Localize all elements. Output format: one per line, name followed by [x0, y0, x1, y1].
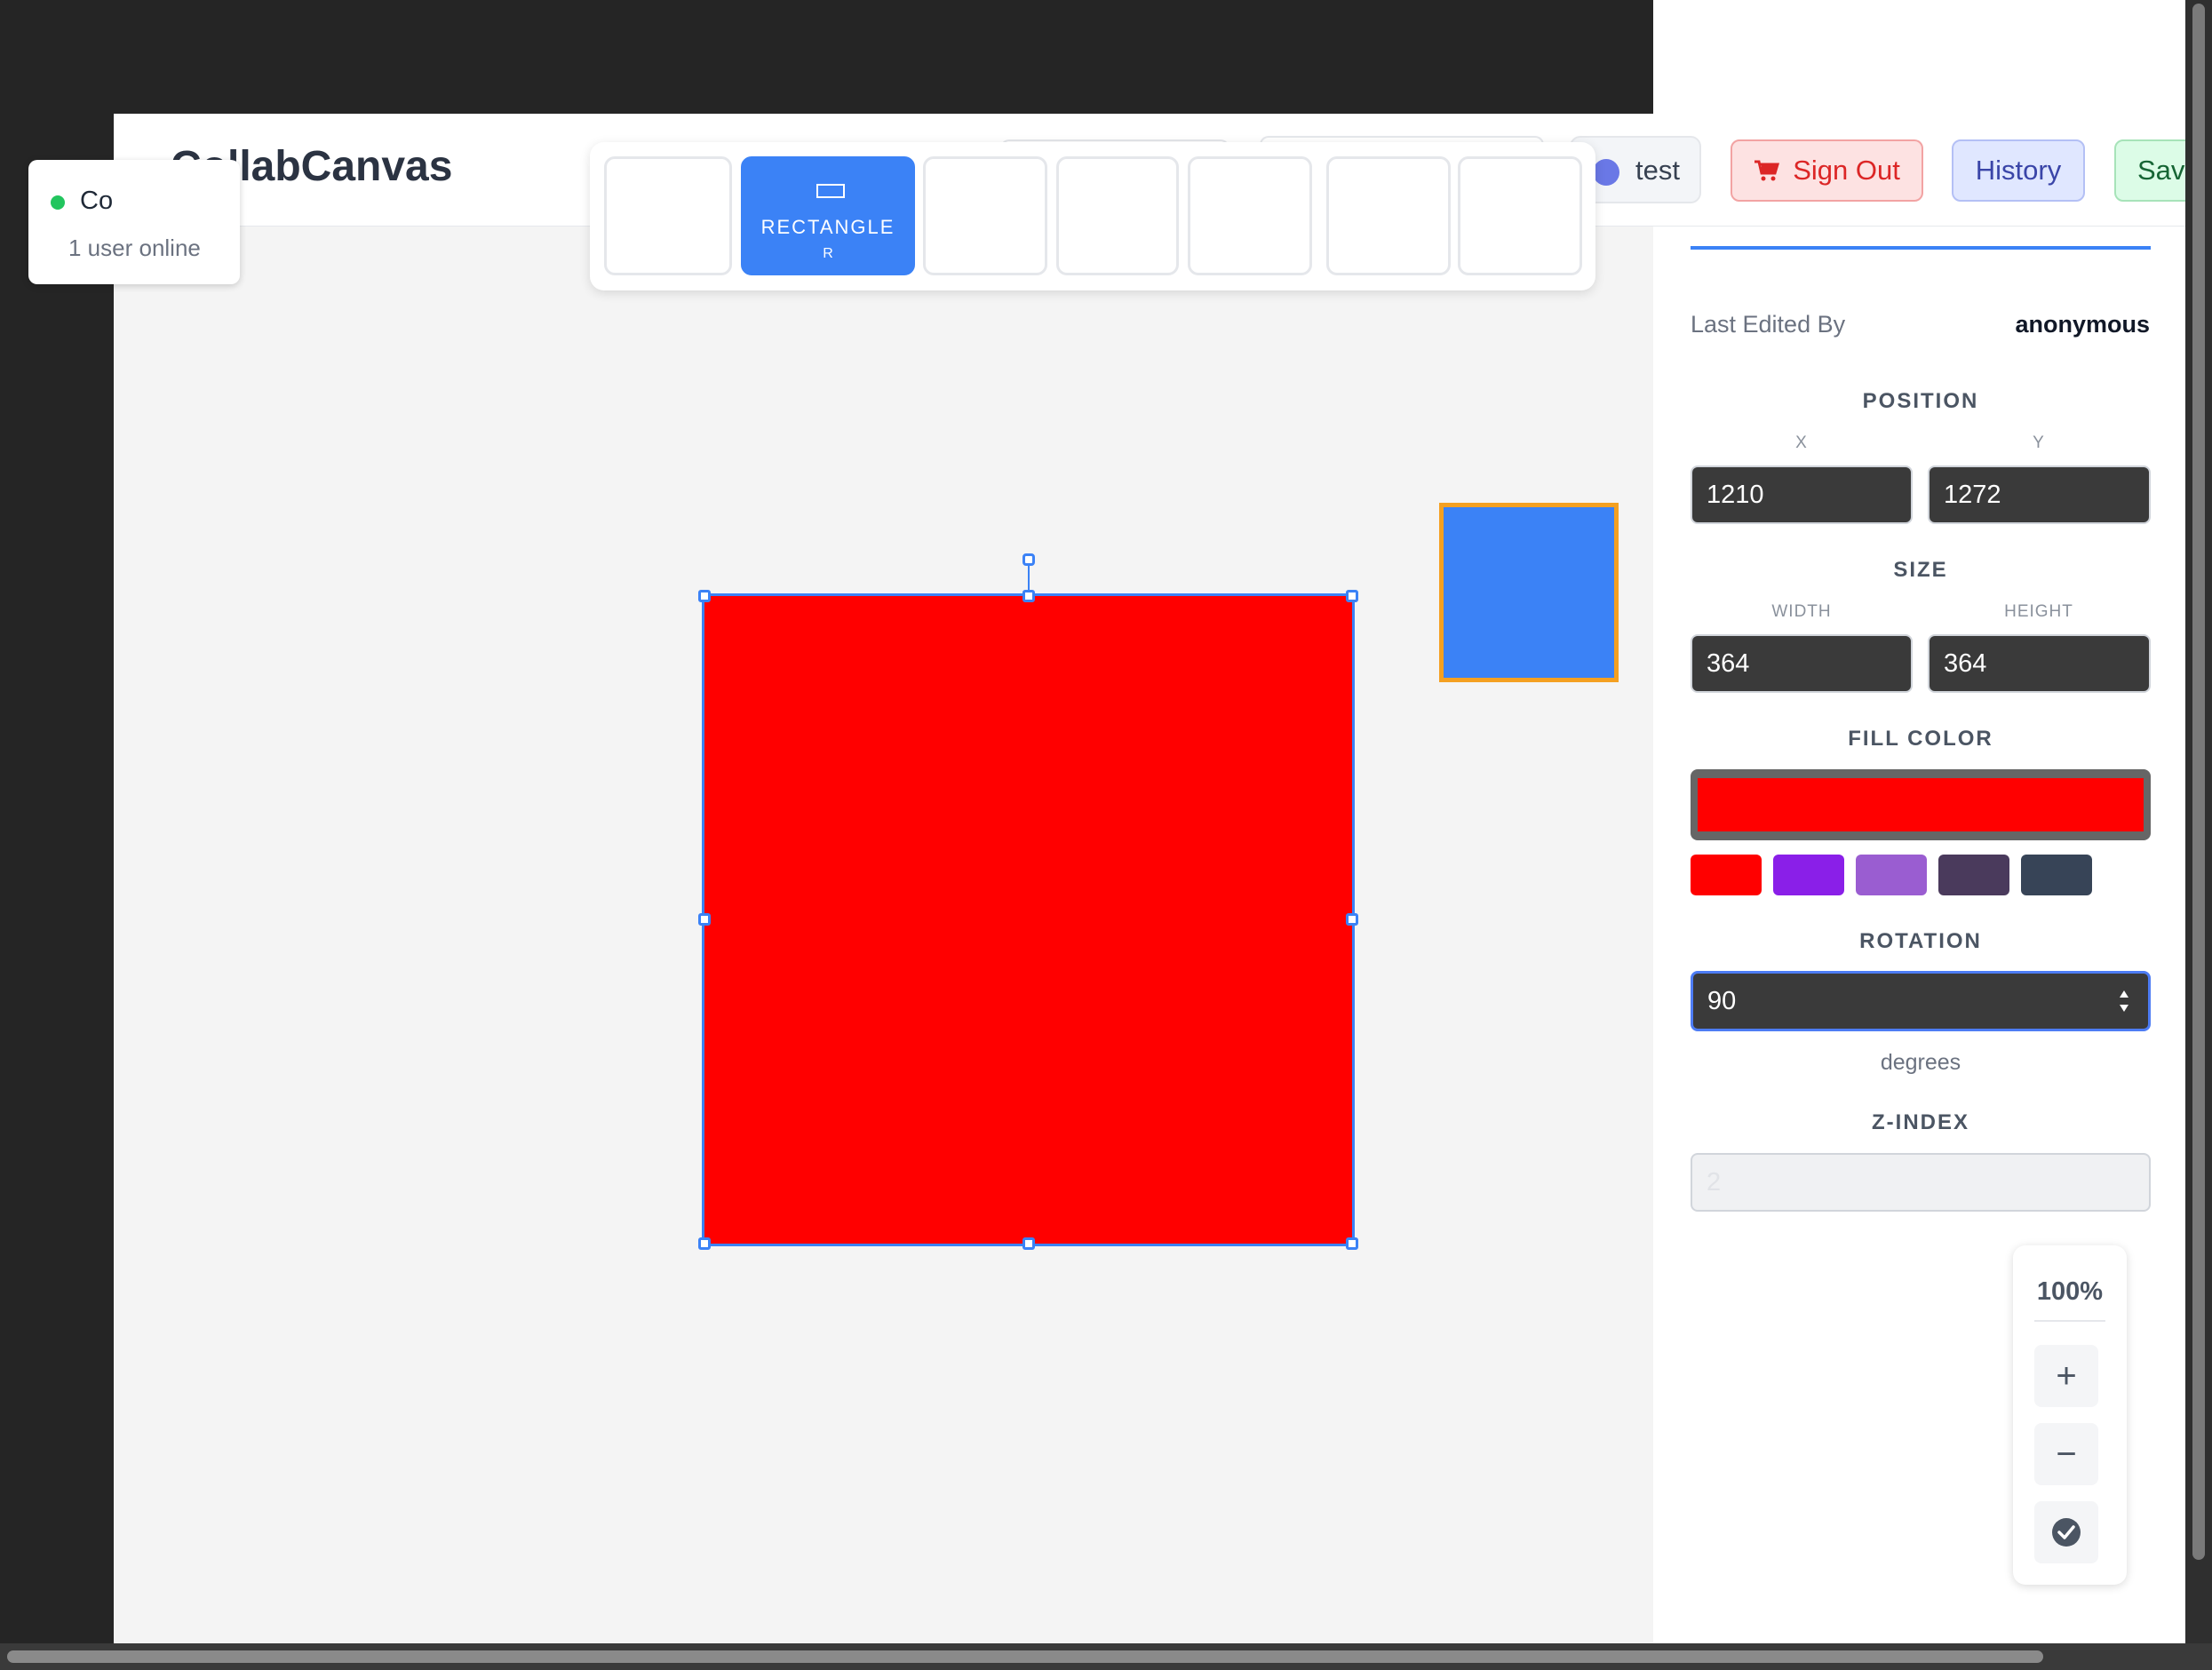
selected-rectangle-shape[interactable]: [702, 593, 1355, 1246]
resize-handle-top-right[interactable]: [1346, 590, 1358, 602]
rotation-value: 90: [1707, 986, 1737, 1015]
y-label: Y: [2033, 433, 2045, 452]
last-edited-label: Last Edited By: [1691, 311, 1846, 338]
height-input[interactable]: 364: [1928, 634, 2151, 693]
user-avatar: [1593, 159, 1619, 186]
tool-rectangle-label: RECTANGLE: [760, 216, 895, 238]
zindex-input: 2: [1691, 1153, 2151, 1212]
connection-status: Co: [80, 187, 114, 215]
position-y-input[interactable]: 1272: [1928, 465, 2151, 524]
history-label: History: [1975, 155, 2062, 186]
panel-tab-underline: [1691, 246, 2151, 250]
tool-button[interactable]: [1458, 156, 1582, 275]
history-button[interactable]: History: [1952, 139, 2085, 202]
x-label: X: [1795, 433, 1808, 452]
tool-button[interactable]: [1056, 156, 1179, 275]
check-circle-icon: [2052, 1518, 2081, 1547]
color-swatch-lavender[interactable]: [1856, 855, 1927, 895]
rotation-input[interactable]: 90: [1691, 971, 2151, 1031]
last-edited-value: anonymous: [2015, 311, 2150, 338]
resize-handle-bottom-right[interactable]: [1346, 1237, 1358, 1250]
color-swatch-red[interactable]: [1691, 855, 1762, 895]
resize-handle-left[interactable]: [698, 913, 711, 926]
fill-color-preview: [1698, 778, 2144, 831]
resize-handle-bottom-left[interactable]: [698, 1237, 711, 1250]
resize-handle-top[interactable]: [1022, 590, 1035, 602]
zoom-fit-button[interactable]: [2034, 1501, 2098, 1563]
sign-out-label: Sign Out: [1793, 155, 1900, 186]
rectangle-icon: [816, 184, 845, 198]
resize-handle-top-left[interactable]: [698, 590, 711, 602]
spinner-arrows-icon[interactable]: [2118, 986, 2130, 1016]
rectangle-shape[interactable]: [1439, 503, 1619, 682]
fill-color-section-title: FILL COLOR: [1848, 727, 1993, 751]
color-swatch-slate[interactable]: [2021, 855, 2092, 895]
online-status-dot: [51, 195, 65, 210]
sign-out-button[interactable]: Sign Out: [1731, 139, 1923, 202]
shape-toolbar: RECTANGLE R: [590, 142, 1595, 290]
zoom-level: 100%: [2036, 1277, 2104, 1306]
color-swatch-plum[interactable]: [1938, 855, 2009, 895]
vertical-scroll-thumb[interactable]: [2192, 4, 2205, 1560]
height-label: HEIGHT: [2004, 602, 2073, 621]
minus-icon: −: [2056, 1434, 2077, 1474]
tool-button[interactable]: [604, 156, 732, 275]
tool-button[interactable]: [1188, 156, 1312, 275]
size-section-title: SIZE: [1893, 558, 1948, 582]
cart-icon: [1754, 160, 1780, 181]
zindex-section-title: Z-INDEX: [1872, 1110, 1969, 1134]
tool-button[interactable]: [1326, 156, 1451, 275]
tool-button[interactable]: [923, 156, 1047, 275]
rotation-section-title: ROTATION: [1859, 929, 1982, 953]
resize-handle-bottom[interactable]: [1022, 1237, 1035, 1250]
fill-color-picker[interactable]: [1691, 769, 2151, 840]
presence-card: Co 1 user online: [28, 160, 240, 284]
plus-icon: +: [2056, 1356, 2077, 1396]
zoom-controls: 100% + −: [2013, 1245, 2127, 1585]
users-online-count: 1 user online: [68, 235, 201, 261]
horizontal-scroll-thumb[interactable]: [7, 1650, 2043, 1663]
user-name: test: [1635, 155, 1680, 186]
width-input[interactable]: 364: [1691, 634, 1913, 693]
tool-rectangle[interactable]: RECTANGLE R: [741, 156, 915, 275]
zoom-out-button[interactable]: −: [2034, 1423, 2098, 1485]
zoom-divider: [2034, 1320, 2105, 1322]
rotation-handle[interactable]: [1022, 553, 1035, 566]
rotation-unit: degrees: [1880, 1050, 1961, 1075]
resize-handle-right[interactable]: [1346, 913, 1358, 926]
width-label: WIDTH: [1771, 602, 1832, 621]
tool-rectangle-shortcut: R: [823, 246, 833, 261]
color-swatch-purple[interactable]: [1773, 855, 1844, 895]
zoom-in-button[interactable]: +: [2034, 1345, 2098, 1407]
position-section-title: POSITION: [1862, 389, 1979, 413]
position-x-input[interactable]: 1210: [1691, 465, 1913, 524]
